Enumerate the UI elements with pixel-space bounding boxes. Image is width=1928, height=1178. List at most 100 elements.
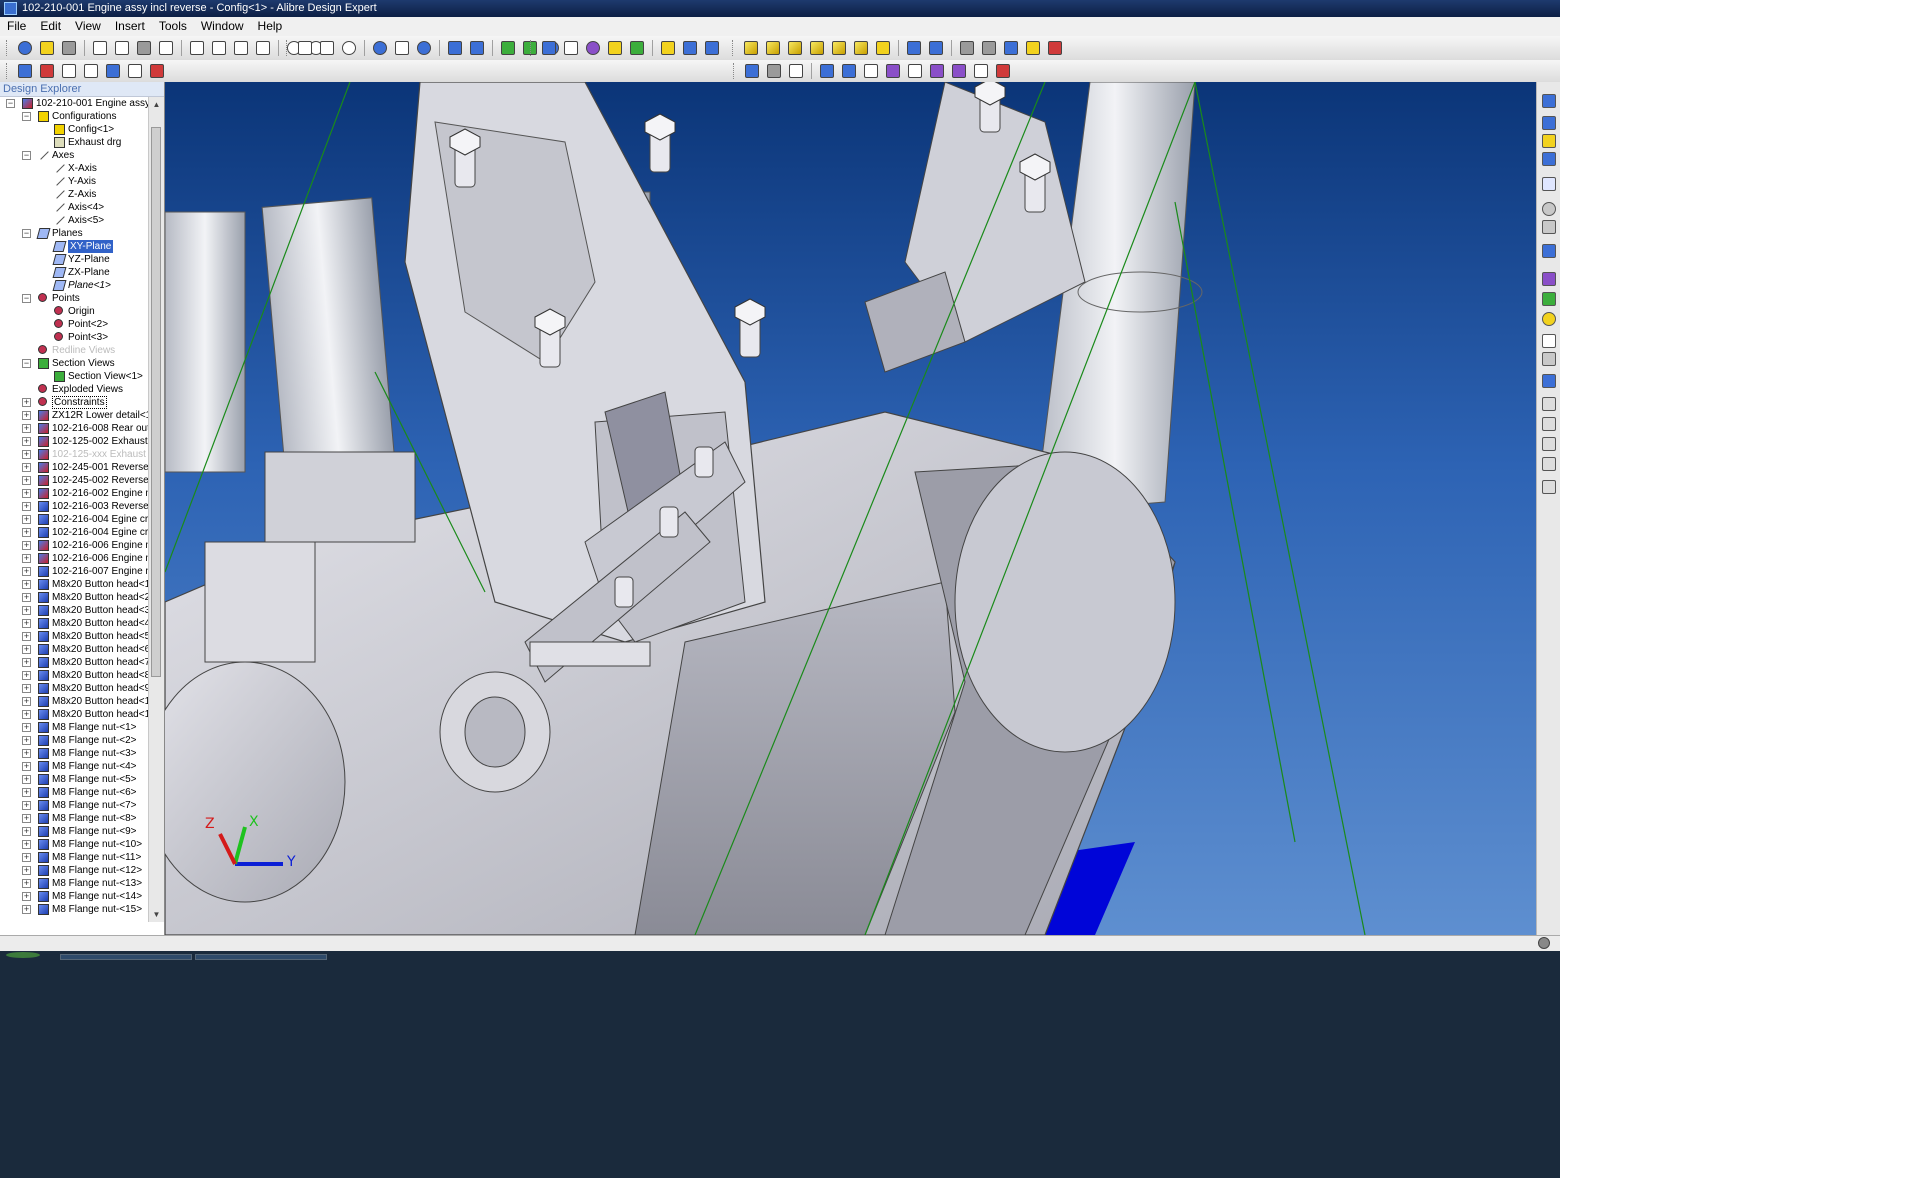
tree-node[interactable]: − Section Views [0, 357, 148, 370]
next-view-button[interactable] [926, 38, 946, 58]
tree-node[interactable]: + M8x20 Button head<3> [0, 604, 148, 617]
collapse-icon[interactable]: − [22, 294, 31, 303]
tree-node[interactable]: +102-216-003 Reverse mo [0, 500, 148, 513]
pattern-button[interactable] [883, 61, 903, 81]
tree-node[interactable]: + M8x20 Button head<8> [0, 669, 148, 682]
expand-icon[interactable]: + [22, 814, 31, 823]
shaded-button[interactable] [764, 61, 784, 81]
tree-node[interactable]: + M8x20 Button head<2> [0, 591, 148, 604]
3d-viewport[interactable]: Y X Z [165, 82, 1536, 935]
expand-icon[interactable]: + [22, 411, 31, 420]
tree-node[interactable]: Origin [0, 305, 148, 318]
mirror-button[interactable] [905, 61, 925, 81]
tree-node[interactable]: + M8x20 Button head<9> [0, 682, 148, 695]
view-back-button[interactable] [763, 38, 783, 58]
tree-node[interactable]: Z-Axis [0, 188, 148, 201]
collapse-icon[interactable]: − [6, 99, 15, 108]
collapse-icon[interactable]: − [22, 151, 31, 160]
tree-node[interactable]: + M8x20 Button head<5> [0, 630, 148, 643]
expand-icon[interactable]: + [22, 606, 31, 615]
tree-node[interactable]: Point<3> [0, 331, 148, 344]
expand-icon[interactable]: + [22, 619, 31, 628]
print-preview-button[interactable] [90, 38, 110, 58]
explode-button[interactable] [786, 61, 806, 81]
menu-view[interactable]: View [68, 17, 108, 36]
tree-node[interactable]: +102-216-008 Rear outer [0, 422, 148, 435]
expand-icon[interactable]: + [22, 567, 31, 576]
tree-node[interactable]: +102-245-002 Reverse dri [0, 474, 148, 487]
tree-node[interactable]: + M8x20 Button head<6> [0, 643, 148, 656]
section-button[interactable] [1045, 38, 1065, 58]
expand-icon[interactable]: + [22, 827, 31, 836]
paste-button[interactable] [231, 38, 251, 58]
toolbar-grip[interactable] [732, 40, 736, 56]
move-part-button[interactable] [839, 61, 859, 81]
toolbar-grip[interactable] [6, 63, 10, 79]
tree-node[interactable]: + M8 Flange nut-<10> [0, 838, 148, 851]
tool-spline-icon[interactable] [1542, 480, 1556, 494]
tool-pattern-icon[interactable] [1542, 177, 1556, 191]
insert-plane-button[interactable] [539, 38, 559, 58]
expand-icon[interactable]: + [22, 541, 31, 550]
tool-line-icon[interactable] [1542, 417, 1556, 431]
delete-button[interactable] [253, 38, 273, 58]
start-button[interactable] [6, 952, 40, 958]
menu-help[interactable]: Help [251, 17, 290, 36]
expand-icon[interactable]: + [22, 671, 31, 680]
expand-icon[interactable]: + [22, 710, 31, 719]
tree-node[interactable]: Exhaust drg [0, 136, 148, 149]
tree-node[interactable]: + M8 Flange nut-<13> [0, 877, 148, 890]
taskbar-button[interactable] [195, 954, 327, 960]
scrollbar-thumb[interactable] [151, 127, 161, 677]
cut-button[interactable] [187, 38, 207, 58]
export-button[interactable] [156, 38, 176, 58]
explorer-vertical-scrollbar[interactable]: ▲ ▼ [148, 97, 164, 922]
measure-button[interactable] [658, 38, 678, 58]
tool-cog-icon[interactable] [1542, 352, 1556, 366]
tool-sketch-icon[interactable] [1542, 397, 1556, 411]
expand-icon[interactable]: + [22, 736, 31, 745]
zoom-fit-button[interactable] [414, 38, 434, 58]
expand-icon[interactable]: + [22, 489, 31, 498]
tree-node[interactable]: Axis<5> [0, 214, 148, 227]
tree-node[interactable]: + M8 Flange nut-<1> [0, 721, 148, 734]
tree-node[interactable]: + M8 Flange nut-<3> [0, 747, 148, 760]
dimension-button[interactable] [680, 38, 700, 58]
expand-icon[interactable]: + [22, 853, 31, 862]
tree-node[interactable]: +102-216-002 Engine mou [0, 487, 148, 500]
tree-node[interactable]: Axis<4> [0, 201, 148, 214]
sketch-button[interactable] [498, 38, 518, 58]
scroll-up-icon[interactable]: ▲ [149, 97, 164, 112]
tree-node[interactable]: + Constraints [0, 396, 148, 409]
tree-node[interactable]: +102-245-001 Reverse mo [0, 461, 148, 474]
tree-node[interactable]: +102-216-004 Egine cross [0, 526, 148, 539]
analyze-button[interactable] [702, 38, 722, 58]
tree-node[interactable]: +102-125-xxx Exhaust Pac [0, 448, 148, 461]
tree-node[interactable]: +102-216-004 Egine cross [0, 513, 148, 526]
expand-icon[interactable]: + [22, 502, 31, 511]
expand-icon[interactable]: + [22, 866, 31, 875]
replace-part-button[interactable] [147, 61, 167, 81]
tree-node[interactable]: +102-216-006 Engine mou [0, 552, 148, 565]
select-button[interactable] [295, 38, 315, 58]
collapse-icon[interactable]: − [22, 359, 31, 368]
tool-equation-icon[interactable] [1542, 334, 1556, 348]
expand-icon[interactable]: + [22, 593, 31, 602]
expand-icon[interactable]: + [22, 645, 31, 654]
tree-node[interactable]: Point<2> [0, 318, 148, 331]
expand-icon[interactable]: + [22, 723, 31, 732]
rotate-button[interactable] [339, 38, 359, 58]
interference-button[interactable] [817, 61, 837, 81]
expand-icon[interactable]: + [22, 450, 31, 459]
tree-node[interactable]: + M8x20 Button head<11> [0, 708, 148, 721]
expand-icon[interactable]: + [22, 684, 31, 693]
zoom-in-button[interactable] [370, 38, 390, 58]
tree-node[interactable]: +102-216-007 Engine mou [0, 565, 148, 578]
copy-button[interactable] [209, 38, 229, 58]
expand-icon[interactable]: + [22, 463, 31, 472]
tree-node[interactable]: Redline Views [0, 344, 148, 357]
expand-icon[interactable]: + [22, 528, 31, 537]
menu-edit[interactable]: Edit [33, 17, 68, 36]
view-bottom-button[interactable] [807, 38, 827, 58]
constraint-button[interactable] [59, 61, 79, 81]
